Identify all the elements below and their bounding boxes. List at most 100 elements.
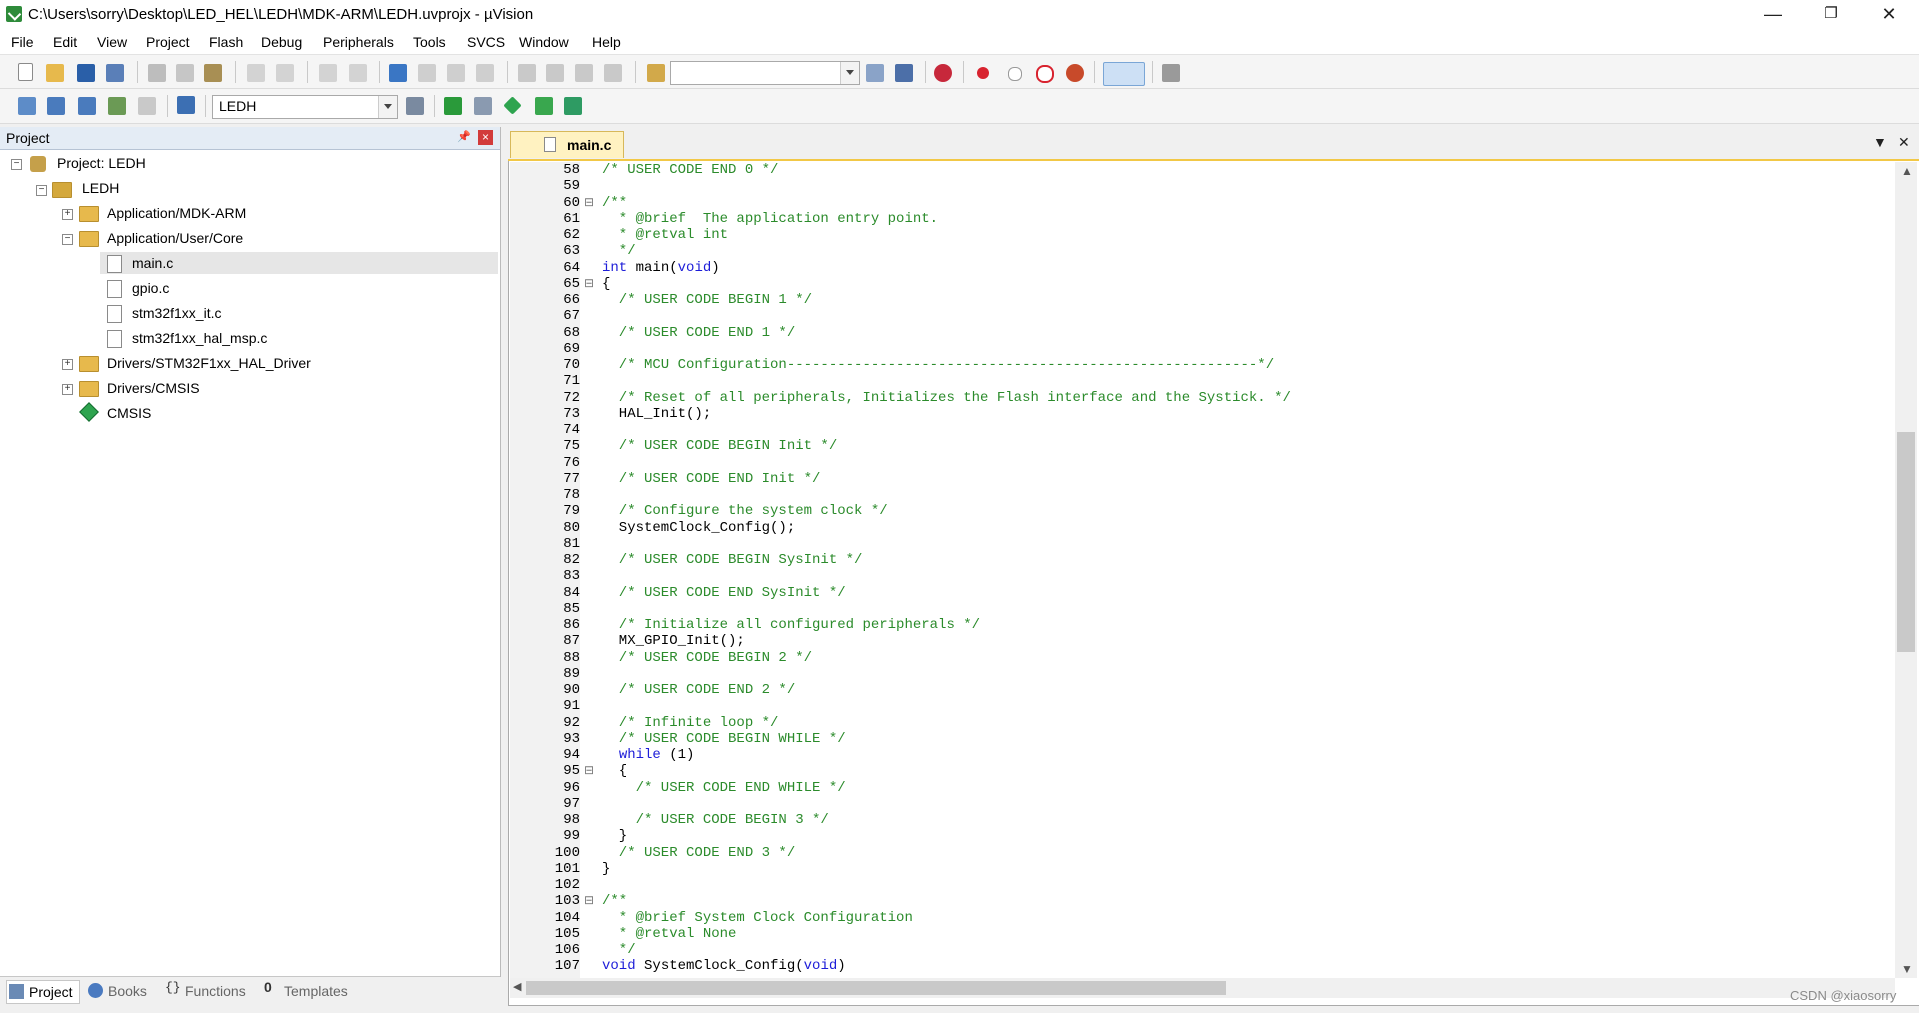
batch-build-icon[interactable]	[108, 97, 126, 115]
translate-icon[interactable]	[18, 97, 36, 115]
save-icon[interactable]	[77, 64, 95, 82]
tree-file-hal-msp-c[interactable]: stm32f1xx_hal_msp.c	[132, 327, 267, 349]
collapse-icon[interactable]: −	[36, 185, 47, 196]
expand-icon[interactable]: +	[62, 384, 73, 395]
menu-view[interactable]: View	[97, 34, 127, 50]
select-packs-icon[interactable]	[474, 97, 492, 115]
copy-icon[interactable]	[176, 64, 194, 82]
find-in-files-icon[interactable]	[647, 64, 665, 82]
clear-bookmarks-icon[interactable]	[476, 64, 494, 82]
tree-file-main-c[interactable]: main.c	[132, 252, 173, 274]
indent-icon[interactable]	[518, 64, 536, 82]
scroll-down-icon[interactable]: ▼	[1901, 962, 1913, 976]
nav-back-icon[interactable]	[319, 64, 337, 82]
download-load-icon[interactable]	[177, 96, 195, 114]
menu-flash[interactable]: Flash	[209, 34, 243, 50]
tree-file-gpio-c[interactable]: gpio.c	[132, 277, 169, 299]
collapse-icon[interactable]: −	[11, 159, 22, 170]
collapse-icon[interactable]: −	[62, 234, 73, 245]
manage-project-items-icon[interactable]	[444, 97, 462, 115]
save-all-icon[interactable]	[106, 64, 124, 82]
expand-icon[interactable]: +	[62, 359, 73, 370]
configure-wrench-icon[interactable]	[1162, 64, 1180, 82]
tree-group-cmsis[interactable]: Drivers/CMSIS	[107, 377, 200, 399]
scroll-left-icon[interactable]: ◀	[513, 980, 521, 993]
rebuild-icon[interactable]	[78, 97, 96, 115]
unindent-icon[interactable]	[546, 64, 564, 82]
tab-templates[interactable]: 0 Templates	[262, 980, 348, 1002]
close-tab-icon[interactable]: ✕	[1898, 134, 1910, 151]
target-options-icon[interactable]	[406, 97, 424, 115]
expand-icon[interactable]: +	[62, 209, 73, 220]
debug-session-icon[interactable]	[934, 64, 952, 82]
find-icon[interactable]	[866, 64, 884, 82]
menu-help[interactable]: Help	[592, 34, 621, 50]
prev-bookmark-icon[interactable]	[418, 64, 436, 82]
nav-forward-icon[interactable]	[349, 64, 367, 82]
maximize-button[interactable]: ❐	[1802, 0, 1860, 30]
target-select[interactable]: LEDH	[212, 95, 398, 119]
close-button[interactable]: ✕	[1860, 0, 1918, 30]
fold-toggle-icon[interactable]: ⊟	[584, 195, 594, 211]
menu-debug[interactable]: Debug	[261, 34, 302, 50]
close-icon[interactable]: ×	[478, 130, 493, 145]
tree-group-hal-driver[interactable]: Drivers/STM32F1xx_HAL_Driver	[107, 352, 311, 374]
fold-toggle-icon[interactable]: ⊟	[584, 893, 594, 909]
menu-peripherals[interactable]: Peripherals	[323, 34, 394, 50]
tree-group-mdk-arm[interactable]: Application/MDK-ARM	[107, 202, 246, 224]
minimize-button[interactable]: —	[1744, 0, 1802, 30]
line-number: 84	[563, 584, 580, 601]
fold-toggle-icon[interactable]: ⊟	[584, 763, 594, 779]
tab-functions[interactable]: {} Functions	[163, 980, 246, 1002]
menu-project[interactable]: Project	[146, 34, 190, 50]
tree-project-root[interactable]: Project: LEDH	[57, 152, 146, 174]
vertical-scrollbar[interactable]: ▲ ▼	[1895, 162, 1917, 978]
tree-component-cmsis[interactable]: CMSIS	[107, 402, 151, 424]
comment-icon[interactable]	[575, 64, 593, 82]
tree-file-it-c[interactable]: stm32f1xx_it.c	[132, 302, 221, 324]
kill-breakpoints-icon[interactable]	[1066, 64, 1084, 82]
paste-icon[interactable]	[204, 64, 222, 82]
new-file-icon[interactable]	[18, 63, 33, 81]
enable-breakpoint-icon[interactable]	[1008, 67, 1022, 81]
horizontal-scrollbar[interactable]: ◀	[510, 978, 1895, 998]
horizontal-scroll-thumb[interactable]	[526, 981, 1226, 995]
tab-main-c[interactable]: main.c	[510, 131, 624, 158]
chevron-down-icon[interactable]	[840, 62, 859, 84]
tab-project[interactable]: Project	[6, 980, 80, 1004]
build-icon[interactable]	[47, 97, 65, 115]
tab-books[interactable]: Books	[86, 980, 147, 1002]
uncomment-icon[interactable]	[604, 64, 622, 82]
incremental-find-icon[interactable]	[895, 64, 913, 82]
stm32cubemx-icon[interactable]	[564, 97, 582, 115]
menu-svcs[interactable]: SVCS	[467, 34, 505, 50]
find-combo[interactable]	[670, 61, 860, 85]
pin-icon[interactable]: 📌	[457, 130, 471, 144]
cut-icon[interactable]	[148, 64, 166, 82]
line-number: 101	[554, 860, 580, 877]
fold-toggle-icon[interactable]: ⊟	[584, 276, 594, 292]
menu-file[interactable]: File	[11, 34, 34, 50]
redo-icon[interactable]	[276, 64, 294, 82]
open-folder-icon[interactable]	[46, 64, 64, 82]
vertical-scroll-thumb[interactable]	[1897, 432, 1915, 652]
chevron-down-icon[interactable]	[378, 96, 397, 118]
disable-breakpoints-icon[interactable]	[1036, 65, 1054, 83]
pack-installer-icon[interactable]	[535, 97, 553, 115]
bookmark-icon[interactable]	[389, 64, 407, 82]
menu-window[interactable]: Window	[519, 34, 569, 50]
code-text: /* USER CODE END SysInit */	[602, 584, 846, 601]
code-editor[interactable]: 58/* USER CODE END 0 */59 60 ⊟/** 61 * @bri…	[510, 162, 1895, 978]
undo-icon[interactable]	[247, 64, 265, 82]
tree-group-user-core[interactable]: Application/User/Core	[107, 227, 243, 249]
manage-rte-icon[interactable]	[503, 96, 522, 115]
insert-breakpoint-icon[interactable]	[977, 67, 989, 79]
tree-target-ledh[interactable]: LEDH	[82, 177, 119, 199]
menu-tools[interactable]: Tools	[413, 34, 446, 50]
next-bookmark-icon[interactable]	[447, 64, 465, 82]
stop-build-icon[interactable]	[138, 97, 156, 115]
scroll-up-icon[interactable]: ▲	[1901, 164, 1913, 178]
tab-list-dropdown-icon[interactable]: ▼	[1873, 134, 1887, 150]
menu-edit[interactable]: Edit	[53, 34, 77, 50]
window-layout-icon[interactable]	[1103, 62, 1145, 86]
